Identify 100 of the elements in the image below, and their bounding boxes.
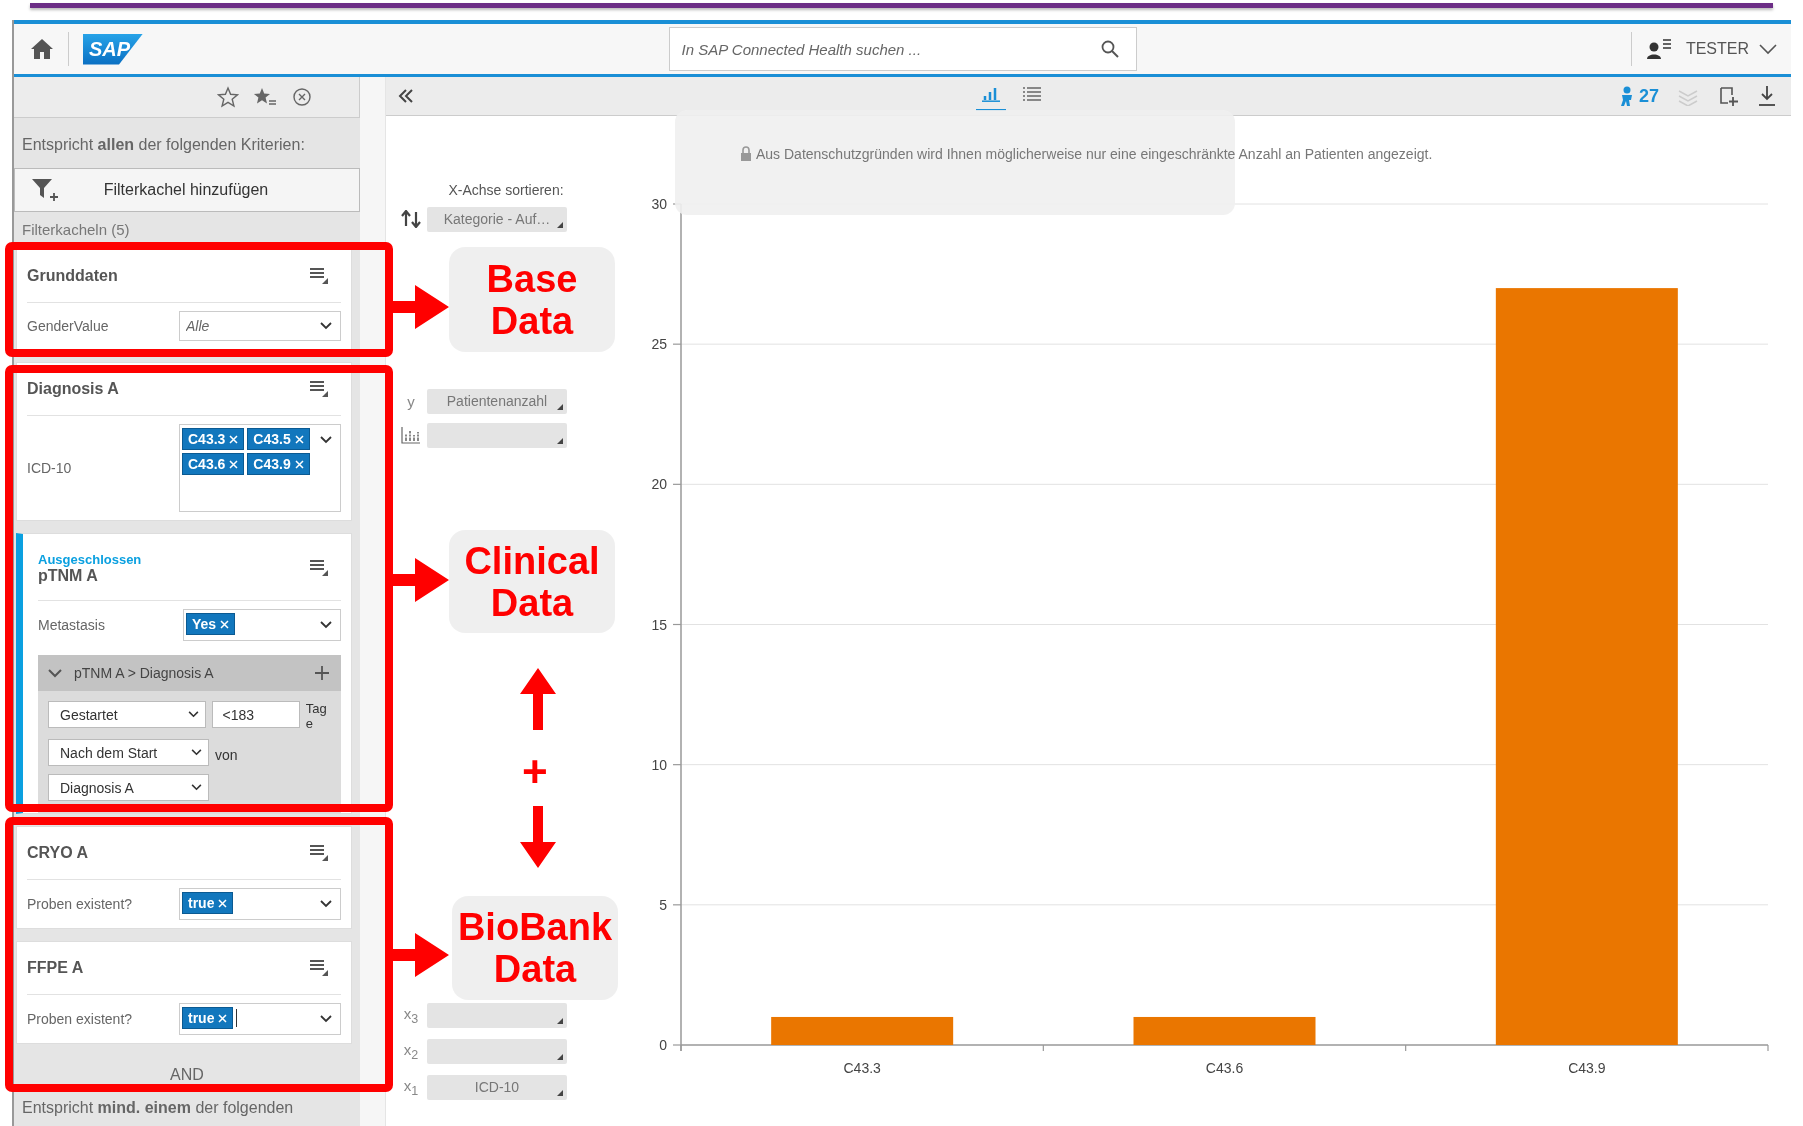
annotation-arrow xyxy=(520,668,556,730)
text-cursor xyxy=(236,1009,238,1027)
privacy-notice: Aus Datenschutzgründen wird Ihnen möglicherweise nur eine eingeschränkte Anzahl an Patienten angezeigt. xyxy=(740,146,1433,162)
menu-icon[interactable] xyxy=(309,267,329,285)
x-axis-dropdown[interactable]: ICD-10 xyxy=(427,1074,567,1100)
chevron-down-icon xyxy=(320,621,332,629)
tag-chip[interactable]: C43.9 xyxy=(247,453,310,475)
menu-icon[interactable] xyxy=(309,559,329,577)
unit-label: Tage xyxy=(305,701,328,731)
y-tick-label: 10 xyxy=(651,756,667,773)
sort-dropdown[interactable]: Kategorie - Auf… xyxy=(427,206,567,232)
dropdown[interactable]: Alle xyxy=(179,311,341,341)
field-label: Proben existent? xyxy=(27,1011,134,1027)
annotation-callout: Base Data xyxy=(449,247,615,352)
filter-count-label: Filterkacheln (5) xyxy=(21,220,131,240)
field-label: Metastasis xyxy=(38,617,106,633)
star-icon[interactable] xyxy=(217,86,239,108)
collapse-icon[interactable] xyxy=(398,89,414,103)
chevron-down-icon xyxy=(187,711,199,718)
sort-label: X-Achse sortieren: xyxy=(447,182,565,198)
add-copy-icon[interactable] xyxy=(1717,85,1739,107)
annotation-arrow xyxy=(393,933,449,977)
chevron-down-icon xyxy=(320,1015,332,1023)
axis-label: x$_{2}$ xyxy=(402,1040,420,1062)
remove-icon[interactable] xyxy=(294,434,304,444)
plus-icon[interactable] xyxy=(315,666,329,680)
tag-chip[interactable]: C43.5 xyxy=(247,428,310,450)
tag-chip[interactable]: true xyxy=(182,1007,234,1029)
y-tick-label: 30 xyxy=(651,196,667,212)
card-title: Grunddaten xyxy=(27,267,118,285)
dropdown-corner-icon xyxy=(557,1089,563,1096)
menu-icon[interactable] xyxy=(309,959,329,977)
relation-title: pTNM A > Diagnosis A xyxy=(74,665,215,681)
dropdown[interactable]: Diagnosis A xyxy=(48,774,209,801)
card-title: FFPE A xyxy=(27,959,84,977)
y-tick-label: 0 xyxy=(659,1037,667,1053)
dropdown-corner-icon xyxy=(557,1053,563,1060)
relation-header[interactable]: pTNM A > Diagnosis A xyxy=(38,655,341,691)
multi-select-field[interactable]: C43.3 C43.5 C43.6 C43.9 xyxy=(179,424,341,512)
y-tick-label: 25 xyxy=(651,336,667,353)
card-title: CRYO A xyxy=(27,844,89,862)
of-label: von xyxy=(215,746,238,763)
chevron-down-icon xyxy=(191,784,202,791)
menu-icon[interactable] xyxy=(309,844,329,862)
dropdown-corner-icon xyxy=(557,437,563,444)
tag-chip[interactable]: C43.6 xyxy=(182,453,245,475)
search-field[interactable]: In SAP Connected Health suchen ... xyxy=(668,27,1137,71)
multi-select-field[interactable]: true xyxy=(179,1003,341,1035)
tag-chip[interactable]: true xyxy=(182,892,234,914)
days-input[interactable]: <183 xyxy=(211,701,300,728)
annotation-callout: Clinical Data xyxy=(449,530,615,633)
y-tick-label: 15 xyxy=(651,616,667,633)
sort-icon xyxy=(401,210,421,228)
remove-icon[interactable] xyxy=(218,898,228,908)
chevron-icon[interactable] xyxy=(48,668,62,678)
annotation-arrow xyxy=(393,285,449,329)
lock-icon xyxy=(740,146,752,162)
remove-icon[interactable] xyxy=(220,619,230,629)
dropdown-corner-icon xyxy=(557,403,563,410)
stacked-bars-icon xyxy=(401,426,421,444)
remove-icon[interactable] xyxy=(229,434,239,444)
field-label: GenderValue xyxy=(27,318,110,334)
card-title: Diagnosis A xyxy=(27,380,119,398)
dropdown[interactable]: Nach dem Start xyxy=(48,739,209,766)
sap-logo[interactable]: SAP xyxy=(83,33,143,65)
tag-chip[interactable]: Yes xyxy=(186,613,236,635)
remove-icon[interactable] xyxy=(294,459,304,469)
dropdown[interactable]: Gestartet xyxy=(48,701,206,728)
y-tick-label: 5 xyxy=(659,896,667,913)
plus-sign: + xyxy=(522,748,548,796)
field-label: ICD-10 xyxy=(27,460,73,476)
remove-icon[interactable] xyxy=(218,1013,228,1023)
axis-label: x$_{3}$ xyxy=(402,1004,420,1026)
add-filter-button[interactable]: Filterkachel hinzufügen xyxy=(14,168,360,212)
remove-icon[interactable] xyxy=(229,459,239,469)
y-tick-label: 20 xyxy=(651,476,667,493)
filter-add-icon xyxy=(31,177,59,203)
y-axis-dropdown[interactable]: Patientenanzahl xyxy=(427,388,567,414)
bar-chart-icon xyxy=(982,85,1000,102)
match-any-text: Entspricht mind. einem der folgenden xyxy=(21,1098,295,1118)
download-icon[interactable] xyxy=(1757,85,1777,107)
x-tick-label: C43.9 xyxy=(1568,1060,1606,1076)
star-list-icon[interactable] xyxy=(253,86,277,108)
chevron-down-icon xyxy=(320,436,332,444)
reset-filter-icon[interactable] xyxy=(291,86,313,108)
dropdown-corner-icon xyxy=(557,1017,563,1024)
dropdown-corner-icon xyxy=(557,221,563,228)
list-icon xyxy=(1022,85,1042,102)
menu-icon[interactable] xyxy=(309,380,329,398)
patient-count[interactable]: 27 xyxy=(1618,85,1659,107)
tag-chip[interactable]: C43.3 xyxy=(182,428,245,450)
search-icon[interactable] xyxy=(1100,40,1119,58)
home-icon[interactable] xyxy=(30,38,54,60)
excluded-label: Ausgeschlossen xyxy=(38,551,142,567)
x-tick-label: C43.3 xyxy=(843,1060,881,1076)
axis-label: y xyxy=(406,392,416,410)
field-label: Proben existent? xyxy=(27,896,134,912)
user-menu-button[interactable]: TESTER xyxy=(1685,40,1777,58)
multi-select-field[interactable]: Yes xyxy=(183,609,341,641)
multi-select-field[interactable]: true xyxy=(179,888,341,920)
